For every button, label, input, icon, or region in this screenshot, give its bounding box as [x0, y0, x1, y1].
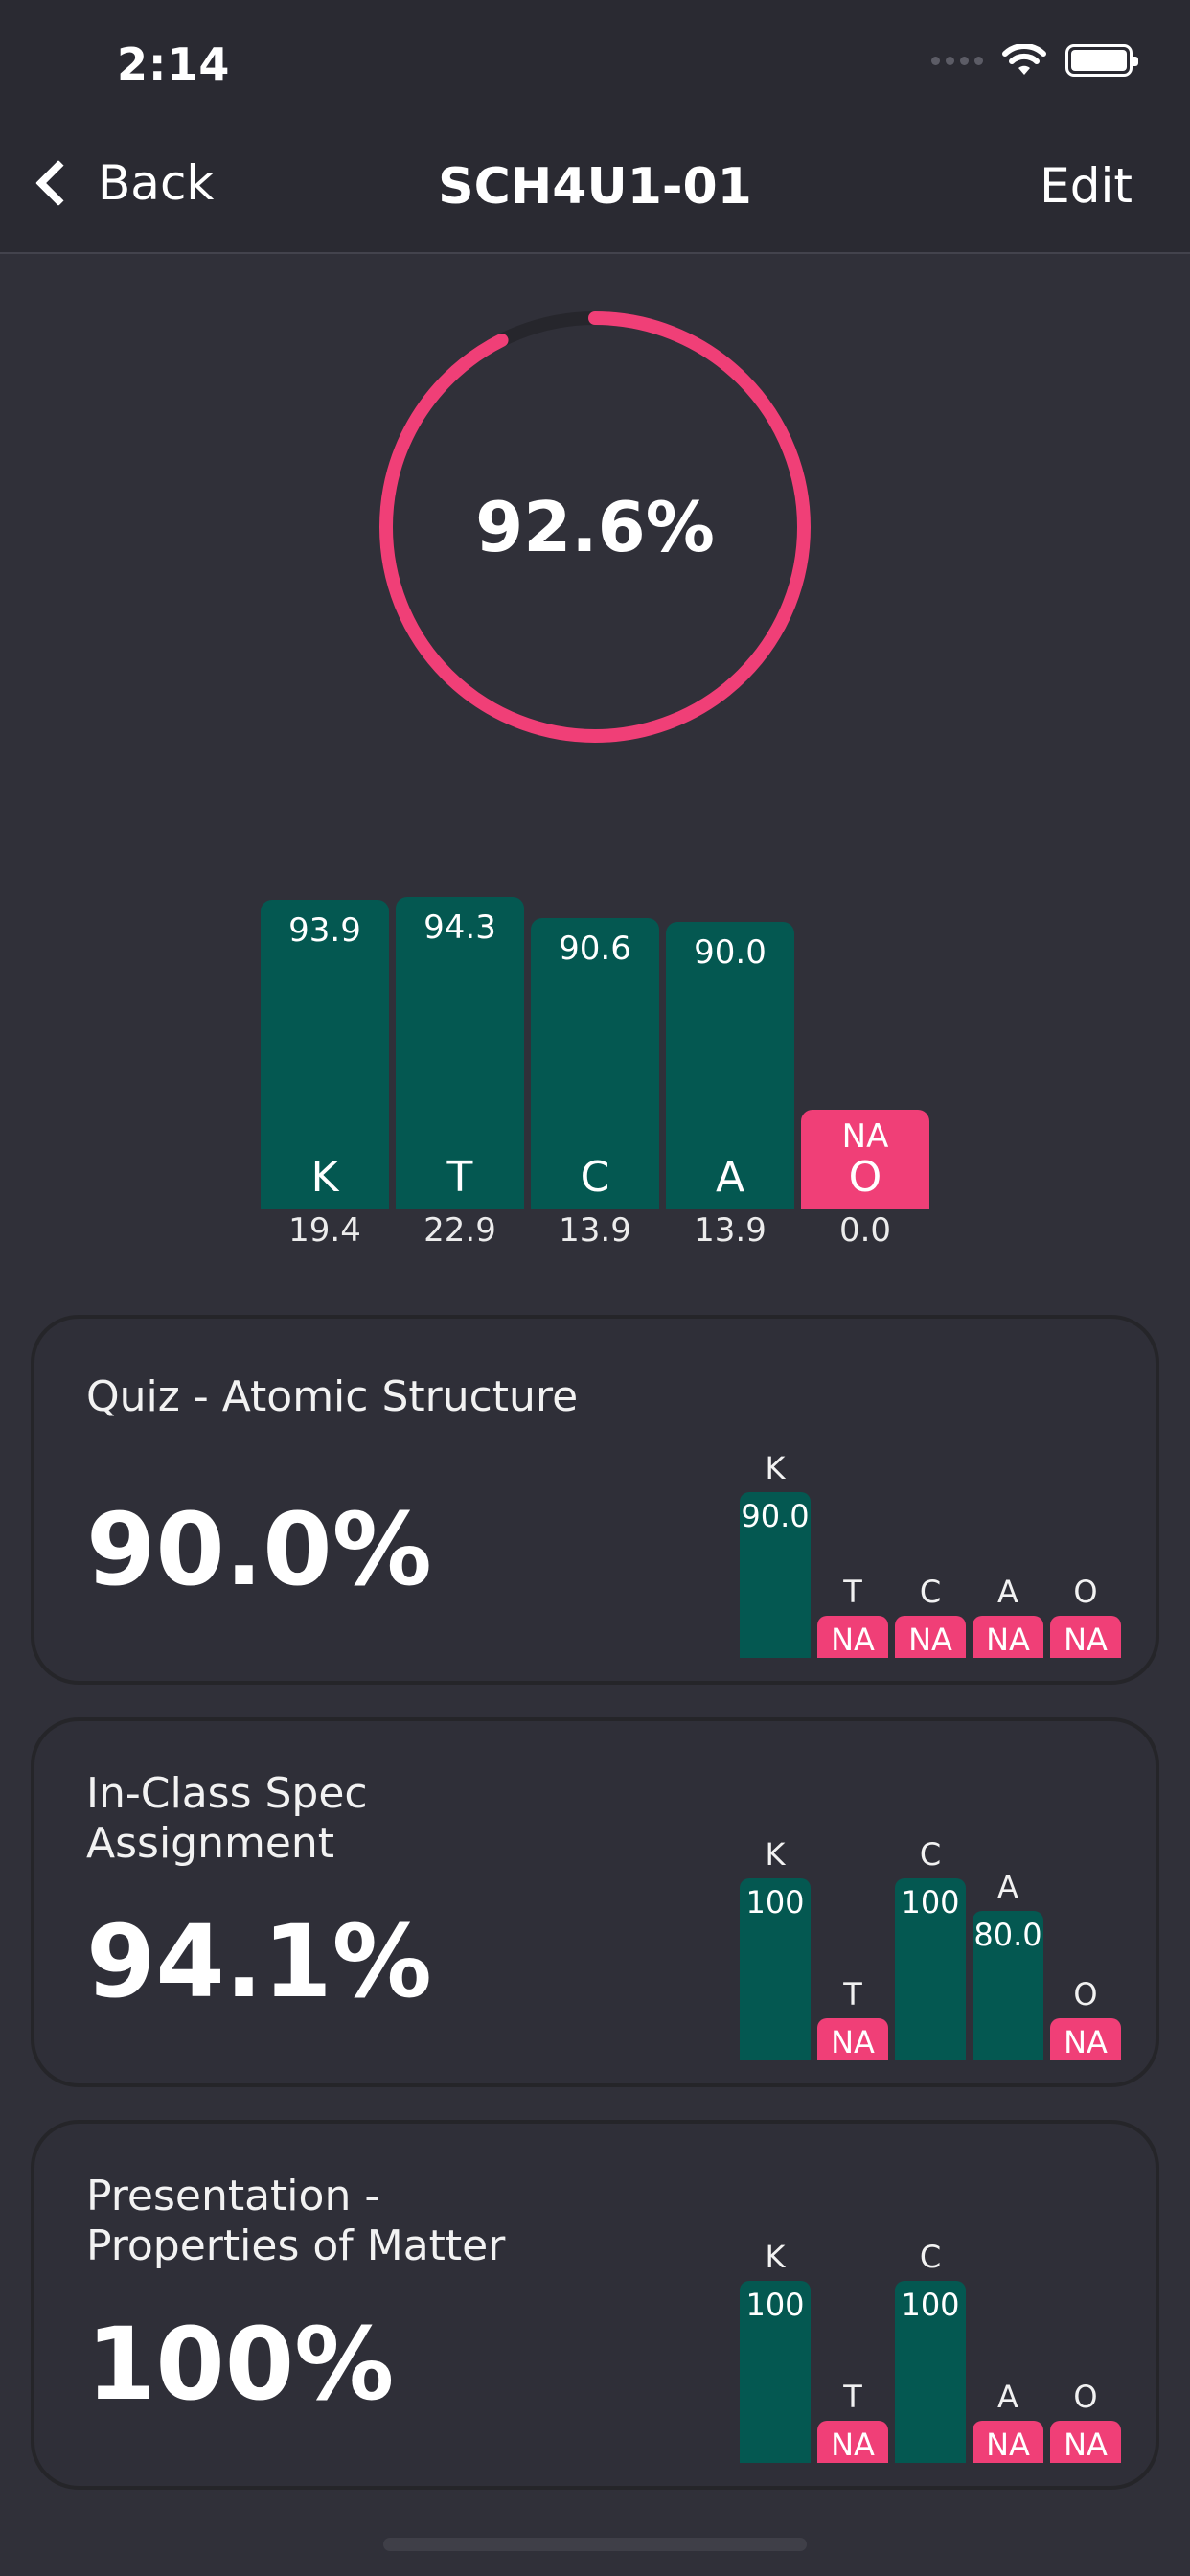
category-value: NA — [1064, 2426, 1108, 2463]
category-value: 80.0 — [973, 1916, 1042, 1953]
overall-bar-weight: 13.9 — [694, 1211, 767, 1250]
category-bar-a: 80.0 — [973, 1910, 1043, 2060]
overall-bar-weight: 0.0 — [838, 1211, 892, 1250]
edit-button[interactable]: Edit — [1040, 158, 1133, 214]
category-bar-k: 100 — [740, 2281, 811, 2463]
overall-percent: 92.6% — [475, 487, 715, 567]
overall-bar-letter: O — [848, 1153, 882, 1202]
assessment-title: Presentation - Properties of Matter — [86, 2172, 506, 2270]
category-value: 100 — [901, 1884, 960, 1920]
category-value: NA — [908, 1622, 952, 1658]
category-bar-c: NA — [895, 1616, 966, 1658]
overall-bar-k[interactable]: 93.9 K — [261, 899, 389, 1209]
overall-bar-mark: NA — [841, 1117, 889, 1156]
category-bar-k: 100 — [740, 1878, 811, 2060]
overall-bar-mark: 90.0 — [694, 933, 767, 972]
category-value: 90.0 — [741, 1497, 810, 1534]
overall-progress-ring: 92.6% — [375, 307, 815, 748]
category-letter: O — [1073, 1574, 1098, 1610]
category-letter: K — [765, 1836, 786, 1873]
category-bar-k: 90.0 — [740, 1491, 811, 1658]
overall-bar-weight: 22.9 — [423, 1211, 496, 1250]
overall-bar-o[interactable]: NA O — [801, 1110, 929, 1209]
overall-bar-weight: 13.9 — [559, 1211, 631, 1250]
category-value: NA — [986, 2426, 1030, 2463]
overall-bar-mark: 90.6 — [559, 930, 631, 969]
category-value: 100 — [901, 2287, 960, 2323]
assessment-card[interactable]: Quiz - Atomic Structure 90.0% 90.0 K NA T NA C N… — [31, 1315, 1159, 1685]
overall-bar-c[interactable]: 90.6 C — [531, 918, 659, 1209]
assessment-title: Quiz - Atomic Structure — [86, 1372, 579, 1421]
category-letter: C — [919, 2239, 942, 2275]
overall-bar-mark: 94.3 — [423, 908, 496, 948]
category-value: NA — [831, 2426, 875, 2463]
assessment-title: In-Class Spec Assignment — [86, 1769, 368, 1868]
overall-bar-letter: A — [715, 1153, 745, 1202]
home-indicator[interactable] — [383, 2538, 807, 2551]
overall-bar-t[interactable]: 94.3 T — [396, 897, 524, 1209]
overall-bar-weight: 19.4 — [288, 1211, 361, 1250]
category-bar-t: NA — [817, 1616, 888, 1658]
overall-bar-letter: C — [580, 1152, 610, 1202]
category-bar-t: NA — [817, 2421, 888, 2463]
category-letter: K — [765, 2239, 786, 2275]
category-letter: A — [997, 1868, 1018, 1905]
category-letter: O — [1073, 1976, 1098, 2012]
category-value: NA — [1064, 1622, 1108, 1658]
overall-bar-letter: K — [310, 1152, 339, 1202]
assessment-card[interactable]: In-Class Spec Assignment 94.1% 100 K NA T 100 C… — [31, 1717, 1159, 2087]
category-bar-o: NA — [1050, 2421, 1121, 2463]
overall-bar-letter: T — [446, 1152, 473, 1202]
category-bar-t: NA — [817, 2018, 888, 2060]
category-value: NA — [986, 1622, 1030, 1658]
category-letter: O — [1073, 2379, 1098, 2415]
assessment-card[interactable]: Presentation - Properties of Matter 100% 1… — [31, 2120, 1159, 2490]
category-letter: C — [919, 1836, 942, 1873]
category-bar-c: 100 — [895, 2281, 966, 2463]
assessment-score: 100% — [86, 2306, 395, 2423]
status-icons — [931, 44, 1138, 77]
overall-bar-a[interactable]: 90.0 A — [666, 922, 794, 1209]
status-time: 2:14 — [117, 38, 231, 90]
category-value: 100 — [745, 1884, 805, 1920]
category-letter: T — [843, 1574, 862, 1610]
category-value: NA — [1064, 2024, 1108, 2060]
page-title: SCH4U1-01 — [438, 158, 752, 216]
cellular-signal-icon — [931, 56, 983, 65]
category-bar-o: NA — [1050, 2018, 1121, 2060]
category-letter: A — [997, 2379, 1018, 2415]
category-value: NA — [831, 2024, 875, 2060]
category-bar-a: NA — [973, 2421, 1043, 2463]
category-letter: T — [843, 2379, 862, 2415]
category-bar-c: 100 — [895, 1878, 966, 2060]
assessment-score: 90.0% — [86, 1491, 432, 1608]
category-bar-a: NA — [973, 1616, 1043, 1658]
category-letter: K — [765, 1449, 786, 1486]
category-value: 100 — [745, 2287, 805, 2323]
battery-icon — [1065, 44, 1138, 77]
category-value: NA — [831, 1622, 875, 1658]
assessment-score: 94.1% — [86, 1903, 432, 2020]
overall-bar-mark: 93.9 — [288, 910, 361, 950]
category-letter: C — [919, 1574, 942, 1610]
wifi-icon — [1002, 44, 1046, 75]
category-letter: T — [843, 1976, 862, 2012]
category-letter: A — [997, 1574, 1018, 1610]
navigation-header: 2:14 Back SCH4U1-01 Edit — [0, 0, 1190, 254]
category-bar-o: NA — [1050, 1616, 1121, 1658]
